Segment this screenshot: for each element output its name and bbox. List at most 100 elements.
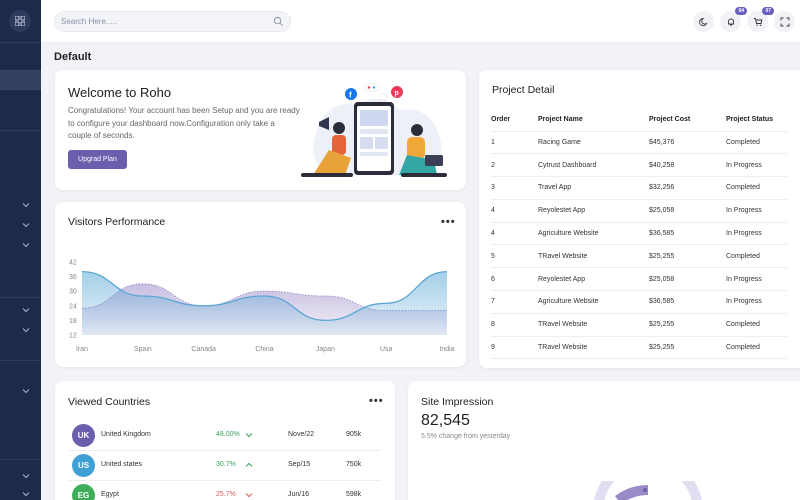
country-row: EG Egypt 25.7% Jun/16 598k	[69, 481, 381, 500]
sidebar-item-active[interactable]	[0, 70, 41, 90]
site-impression-title: Site Impression	[421, 396, 494, 408]
page-title: Default	[54, 51, 92, 63]
chevron-down-icon[interactable]	[22, 306, 30, 314]
svg-text:p: p	[395, 90, 399, 97]
viewed-countries-card: Viewed Countries ••• UK United Kingdom 48.…	[55, 381, 395, 500]
sidebar-divider	[0, 360, 41, 361]
welcome-text: Congratulations! Your account has been S…	[68, 106, 300, 140]
x-tick-label: China	[255, 346, 273, 353]
table-row: 4 Reyolestet App $25,058 In Progress	[491, 199, 787, 223]
order-cell: 3	[491, 176, 538, 200]
impression-value: 82,545	[421, 412, 470, 429]
chevron-down-icon	[245, 493, 253, 498]
upgrade-plan-button[interactable]: Upgrad Plan	[68, 150, 127, 169]
column-header-project-name: Project Name	[538, 108, 649, 132]
country-value: 905k	[346, 431, 362, 438]
sidebar-divider	[0, 42, 41, 43]
x-tick-label: Iran	[76, 346, 88, 353]
visitors-performance-card: Visitors Performance ••• 12 18 24 30 36 42 Ira…	[55, 202, 466, 367]
project-cost-cell: $45,376	[649, 131, 726, 155]
project-table: Order Project Name Project Cost Project …	[491, 108, 787, 360]
search-input[interactable]	[61, 14, 261, 29]
y-tick-label: 36	[69, 274, 77, 281]
country-avatar: US	[72, 454, 95, 477]
fullscreen-button[interactable]	[774, 11, 795, 32]
project-cost-cell: $36,585	[649, 290, 726, 314]
x-tick-label: Spain	[134, 346, 152, 353]
project-name-cell: Reyolestet App	[538, 199, 649, 223]
chevron-down-icon[interactable]	[22, 472, 30, 480]
notification-badge: 04	[735, 7, 747, 15]
cart-badge: 07	[762, 7, 774, 15]
y-tick-label: 12	[69, 333, 77, 340]
project-name-cell: Travel App	[538, 176, 649, 200]
project-status-cell: Completed	[726, 131, 787, 155]
impression-change: 5.5% change from yesterday	[421, 433, 511, 440]
country-percent: 25.7%	[216, 491, 236, 498]
order-cell: 2	[491, 153, 538, 178]
sidebar-divider	[0, 297, 41, 298]
grid-menu-icon[interactable]	[9, 10, 31, 32]
welcome-title: Welcome to Roho	[68, 85, 172, 100]
more-icon[interactable]: •••	[369, 395, 384, 407]
table-row: 3 Travel App $32,256 Completed	[491, 176, 787, 200]
y-tick-label: 42	[69, 259, 77, 266]
project-status-cell: Completed	[726, 176, 787, 200]
svg-text:f: f	[349, 91, 352, 100]
cart-button[interactable]: 07	[747, 7, 774, 32]
country-value: 598k	[346, 491, 362, 498]
x-tick-label: India	[439, 346, 454, 353]
country-date: Jun/16	[288, 491, 310, 498]
chevron-down-icon[interactable]	[22, 387, 30, 395]
chevron-down-icon	[245, 433, 253, 438]
visitors-chart: 12 18 24 30 36 42 Iran Spain Canada China Japan Usa…	[69, 259, 455, 353]
project-name-cell: TRavel Website	[538, 313, 649, 337]
fullscreen-icon	[780, 17, 789, 26]
dark-mode-button[interactable]	[693, 11, 714, 32]
order-cell: 1	[491, 131, 538, 155]
project-status-cell: In Progress	[726, 267, 787, 292]
project-status-cell: Completed	[726, 244, 787, 269]
country-date: Nove/22	[288, 431, 315, 438]
project-status-cell: In Progress	[726, 199, 787, 223]
order-cell: 6	[491, 267, 538, 292]
project-cost-cell: $25,255	[649, 336, 726, 360]
order-cell: 9	[491, 336, 538, 360]
welcome-illustration: f p	[301, 83, 447, 177]
site-impression-card: Site Impression 82,545 5.5% change from …	[408, 381, 800, 500]
project-name-cell: TRavel Website	[538, 336, 649, 360]
bell-icon	[727, 18, 734, 25]
chevron-up-icon	[245, 462, 253, 467]
impression-gauge	[594, 481, 702, 500]
project-cost-cell: $25,255	[649, 244, 726, 269]
project-status-cell: In Progress	[726, 222, 787, 246]
chevron-down-icon[interactable]	[22, 201, 30, 209]
sidebar	[0, 0, 41, 500]
chevron-down-icon[interactable]	[22, 490, 30, 498]
welcome-card: Welcome to Roho Congratulations! Your ac…	[55, 70, 466, 190]
sidebar-divider	[0, 459, 41, 460]
order-cell: 4	[491, 222, 538, 246]
project-detail-title: Project Detail	[492, 84, 555, 96]
y-tick-label: 18	[69, 318, 77, 325]
cart-icon	[753, 17, 762, 26]
search-icon[interactable]	[273, 16, 284, 27]
table-row: 4 Agriculture Website $36,585 In Progress	[491, 222, 787, 246]
chevron-down-icon[interactable]	[22, 221, 30, 229]
project-detail-card: Project Detail Order Project Name Projec…	[479, 70, 800, 368]
countries-list: UK United Kingdom 48.00% Nove/22 905k US Unite…	[69, 421, 381, 500]
project-cost-cell: $40,258	[649, 153, 726, 178]
order-cell: 4	[491, 199, 538, 223]
chevron-down-icon[interactable]	[22, 241, 30, 249]
project-name-cell: Agriculture Website	[538, 222, 649, 246]
country-percent: 30.7%	[216, 461, 236, 468]
top-header: 04 07	[41, 0, 800, 43]
notifications-button[interactable]: 04	[720, 7, 747, 32]
country-row: US United states 30.7% Sep/15 750k	[69, 451, 381, 481]
chevron-down-icon[interactable]	[22, 326, 30, 334]
project-cost-cell: $25,058	[649, 267, 726, 292]
column-header-project-cost: Project Cost	[649, 108, 726, 132]
order-cell: 5	[491, 244, 538, 269]
column-header-order: Order	[491, 108, 538, 132]
x-tick-label: Usa	[380, 346, 393, 353]
